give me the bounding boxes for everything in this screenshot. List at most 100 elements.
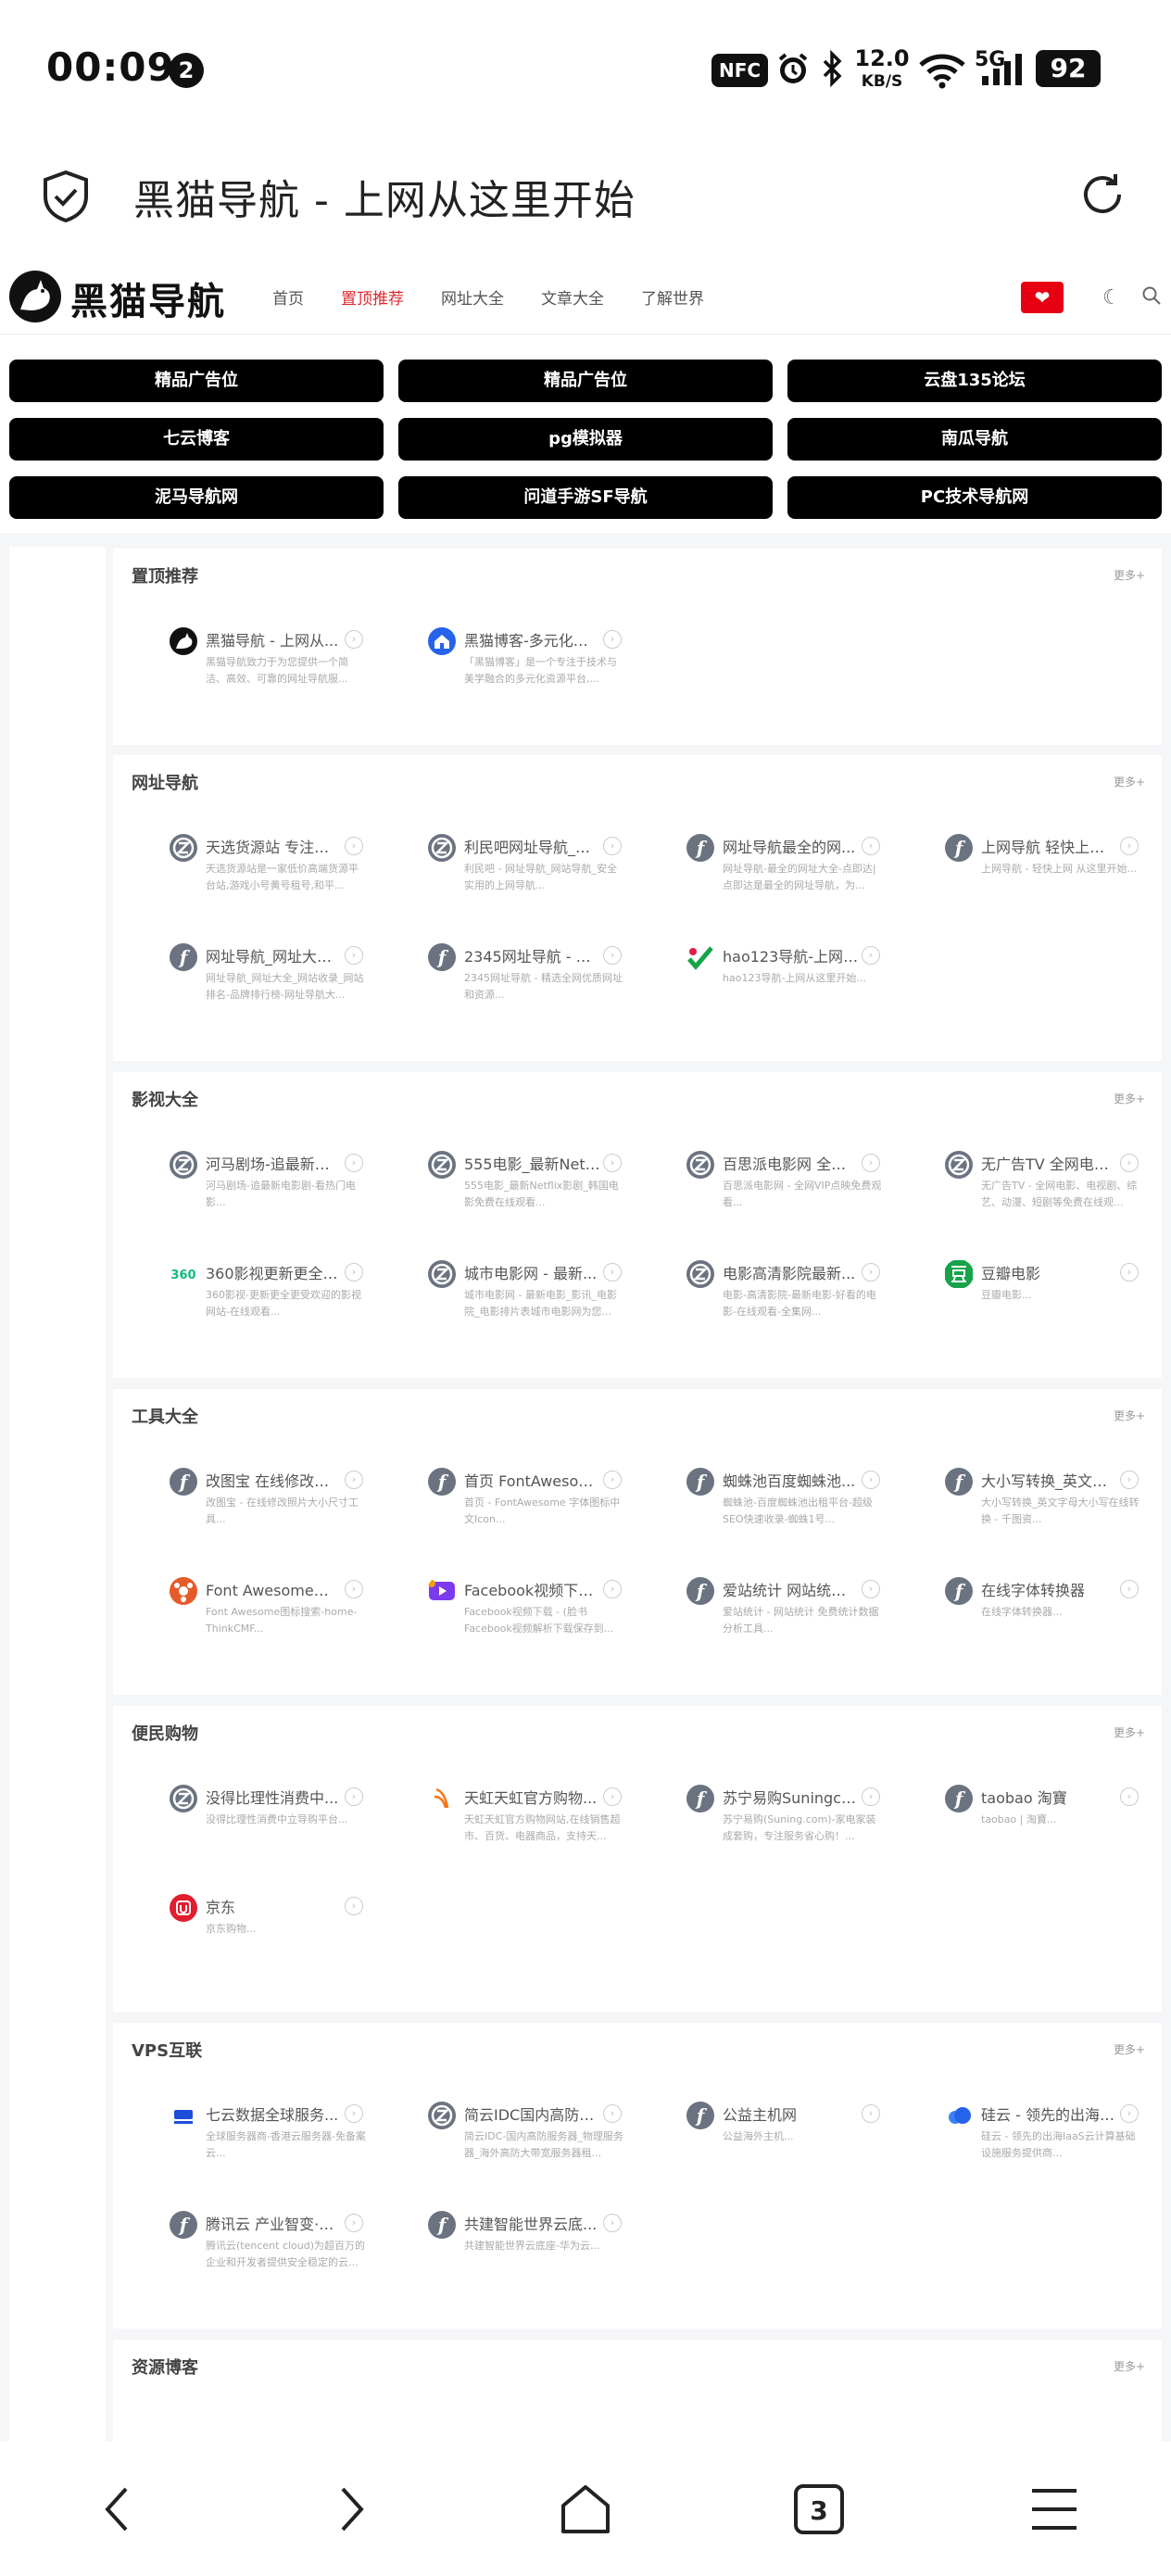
arrow-right-icon[interactable]: › (862, 1263, 880, 1282)
home-icon[interactable] (558, 2483, 613, 2539)
arrow-right-icon[interactable]: › (1120, 1471, 1139, 1489)
arrow-right-icon[interactable]: › (1120, 2104, 1139, 2123)
arrow-right-icon[interactable]: › (603, 1787, 622, 1806)
arrow-right-icon[interactable]: › (345, 946, 363, 965)
ad-button[interactable]: PC技术导航网 (787, 476, 1162, 519)
site-card[interactable]: f 网址导航最全的网... 网址导航-最全的网址大全-点即达|点即达是最全的网址导航… (648, 816, 889, 900)
more-link[interactable]: 更多+ (1114, 1408, 1145, 1423)
site-card[interactable]: f 爱站统计 网站统计 ... 爱站统计 - 网站统计 免费统计数据分析工具... › (648, 1559, 889, 1643)
reload-icon[interactable] (1077, 169, 1128, 224)
more-link[interactable]: 更多+ (1114, 2358, 1145, 2374)
arrow-right-icon[interactable]: › (862, 1580, 880, 1598)
site-card[interactable]: 天虹天虹官方购物... 天虹天虹官方购物网站,在线销售超市、百货、电器商品，支持天… (390, 1767, 631, 1850)
site-card[interactable]: 简云IDC国内高防服... 简云IDC-国内高防服务器_物理服务器_海外高防大带宽… (390, 2084, 631, 2167)
site-card[interactable]: 天选货源站 专注于... 天选货源站是一家低价高端货源平台站,游戏小号黄号租号,和… (132, 816, 372, 900)
arrow-right-icon[interactable]: › (862, 1471, 880, 1489)
site-logo[interactable]: 黑猫导航 (7, 271, 226, 326)
site-card[interactable]: f 大小写转换_英文字... 大小写转换_英文字母大小写在线转换 - 千图资... › (907, 1450, 1148, 1534)
nav-top-recommend[interactable]: 置顶推荐 (341, 285, 404, 309)
arrow-right-icon[interactable]: › (603, 1580, 622, 1598)
site-card[interactable]: f 上网导航 轻快上网 ... 上网导航 - 轻快上网 从这里开始... › (907, 816, 1148, 900)
ad-button[interactable]: 问道手游SF导航 (398, 476, 773, 519)
arrow-right-icon[interactable]: › (345, 2214, 363, 2232)
tabs-button[interactable]: 3 (793, 2483, 845, 2539)
more-link[interactable]: 更多+ (1114, 774, 1145, 789)
nav-home[interactable]: 首页 (272, 285, 304, 309)
arrow-right-icon[interactable]: › (603, 946, 622, 965)
site-card[interactable]: 利民吧网址导航_网... 利民吧 - 网址导航_网站导航_安全实用的上网导航...… (390, 816, 631, 900)
arrow-right-icon[interactable]: › (345, 1154, 363, 1172)
more-link[interactable]: 更多+ (1114, 1724, 1145, 1740)
arrow-right-icon[interactable]: › (345, 1471, 363, 1489)
site-card[interactable]: 360 360影视更新更全更... 360影视-更新更全更受欢迎的影视网站-在线观看… (132, 1243, 372, 1326)
site-card[interactable]: f 公益主机网 公益海外主机... › (648, 2084, 889, 2167)
more-link[interactable]: 更多+ (1114, 1091, 1145, 1106)
moon-icon[interactable]: ☾ (1102, 286, 1121, 309)
back-icon[interactable] (100, 2483, 137, 2539)
site-card[interactable]: f 苏宁易购Suningco... 苏宁易购(Suning.com)-家电家装成套购… (648, 1767, 889, 1850)
site-card[interactable]: 城市电影网 - 最新... 城市电影网 - 最新电影_影讯_电影院_电影排片表城市… (390, 1243, 631, 1326)
site-card[interactable]: f 2345网址导航 - 精... 2345网址导航 - 精选全网优质网址和资源..… (390, 926, 631, 1009)
arrow-right-icon[interactable]: › (862, 1154, 880, 1172)
search-icon[interactable] (1141, 285, 1162, 309)
shield-check-icon[interactable] (41, 169, 91, 228)
arrow-right-icon[interactable]: › (1120, 1580, 1139, 1598)
site-card[interactable]: 黑猫博客-多元化资... 「黑猫博客」是一个专注于技术与美学融合的多元化资源平台,… (390, 610, 631, 693)
arrow-right-icon[interactable]: › (345, 1897, 363, 1915)
favorite-button[interactable]: ❤ (1021, 282, 1064, 313)
page-title[interactable]: 黑猫导航 - 上网从这里开始 (133, 167, 636, 226)
arrow-right-icon[interactable]: › (603, 2214, 622, 2232)
site-card[interactable]: hao123导航-上网从... hao123导航-上网从这里开始... › (648, 926, 889, 1009)
arrow-right-icon[interactable]: › (603, 630, 622, 649)
arrow-right-icon[interactable]: › (345, 2104, 363, 2123)
site-card[interactable]: 无广告TV 全网电影... 无广告TV - 全网电影、电视剧、综艺、动漫、短剧等免… (907, 1133, 1148, 1217)
ad-button[interactable]: 精品广告位 (398, 360, 773, 402)
arrow-right-icon[interactable]: › (345, 1263, 363, 1282)
arrow-right-icon[interactable]: › (345, 1787, 363, 1806)
arrow-right-icon[interactable]: › (345, 1580, 363, 1598)
arrow-right-icon[interactable]: › (345, 630, 363, 649)
arrow-right-icon[interactable]: › (1120, 1263, 1139, 1282)
arrow-right-icon[interactable]: › (862, 1787, 880, 1806)
site-card[interactable]: f 首页 FontAwesome... 首页 - FontAwesome 字体图标中… (390, 1450, 631, 1534)
site-card[interactable]: f 共建智能世界云底... 共建智能世界云底座-华为云... › (390, 2193, 631, 2277)
site-card[interactable]: 京东 京东购物... › (132, 1876, 372, 1960)
arrow-right-icon[interactable]: › (1120, 1787, 1139, 1806)
arrow-right-icon[interactable]: › (603, 1471, 622, 1489)
site-card[interactable]: f 蜘蛛池百度蜘蛛池... 蜘蛛池-百度蜘蛛池出租平台-超级SEO快速收录-蜘蛛1号… (648, 1450, 889, 1534)
more-link[interactable]: 更多+ (1114, 2041, 1145, 2057)
site-card[interactable]: Facebook视频下载 ... Facebook视频下载 - (脸书Facebo… (390, 1559, 631, 1643)
ad-button[interactable]: 泥马导航网 (9, 476, 384, 519)
arrow-right-icon[interactable]: › (603, 1154, 622, 1172)
site-card[interactable]: f 腾讯云 产业智变·云... 腾讯云(tencent cloud)为超百万的企业和… (132, 2193, 372, 2277)
nav-articles[interactable]: 文章大全 (541, 285, 604, 309)
site-card[interactable]: 黑猫导航 - 上网从... 黑猫导航致力于为您提供一个简洁、高效、可靠的网址导航服… (132, 610, 372, 693)
arrow-right-icon[interactable]: › (1120, 837, 1139, 855)
site-card[interactable]: f 在线字体转换器 在线字体转换器... › (907, 1559, 1148, 1643)
ad-button[interactable]: 云盘135论坛 (787, 360, 1162, 402)
site-card[interactable]: 555电影_最新Netfli... 555电影_最新Netflix影剧_韩国电影免… (390, 1133, 631, 1217)
site-card[interactable]: f 网址导航_网址大全... 网址导航_网址大全_网站收录_网站排名-品牌排行榜-网… (132, 926, 372, 1009)
arrow-right-icon[interactable]: › (345, 837, 363, 855)
ad-button[interactable]: 南瓜导航 (787, 418, 1162, 461)
menu-icon[interactable] (1028, 2483, 1080, 2539)
arrow-right-icon[interactable]: › (862, 2104, 880, 2123)
site-card[interactable]: 百思派电影网 全网... 百思派电影网 - 全网VIP点映免费观看... › (648, 1133, 889, 1217)
nav-world[interactable]: 了解世界 (641, 285, 704, 309)
site-card[interactable]: 电影高清影院最新... 电影-高清影院-最新电影-好看的电影-在线观看-全集网..… (648, 1243, 889, 1326)
arrow-right-icon[interactable]: › (862, 837, 880, 855)
site-card[interactable]: 豆瓣电影 豆瓣电影... › (907, 1243, 1148, 1326)
site-card[interactable]: 七云数据全球服务... 全球服务器商-香港云服务器-免备案云... › (132, 2084, 372, 2167)
site-card[interactable]: f 改图宝 在线修改照... 改图宝 - 在线修改照片大小尺寸工具... › (132, 1450, 372, 1534)
forward-icon[interactable] (332, 2483, 369, 2539)
site-card[interactable]: Font Awesome图标... Font Awesome图标搜索-home-T… (132, 1559, 372, 1643)
site-card[interactable]: f taobao 淘寶 taobao | 淘寶... › (907, 1767, 1148, 1850)
ad-button[interactable]: pg模拟器 (398, 418, 773, 461)
arrow-right-icon[interactable]: › (603, 2104, 622, 2123)
ad-button[interactable]: 七云博客 (9, 418, 384, 461)
more-link[interactable]: 更多+ (1114, 567, 1145, 583)
arrow-right-icon[interactable]: › (1120, 1154, 1139, 1172)
site-card[interactable]: 硅云 - 领先的出海Ia... 硅云 - 领先的出海IaaS云计算基础设施服务提供… (907, 2084, 1148, 2167)
nav-sites[interactable]: 网址大全 (441, 285, 504, 309)
site-card[interactable]: 河马剧场-追最新电... 河马剧场-追最新电影剧-看热门电影... › (132, 1133, 372, 1217)
